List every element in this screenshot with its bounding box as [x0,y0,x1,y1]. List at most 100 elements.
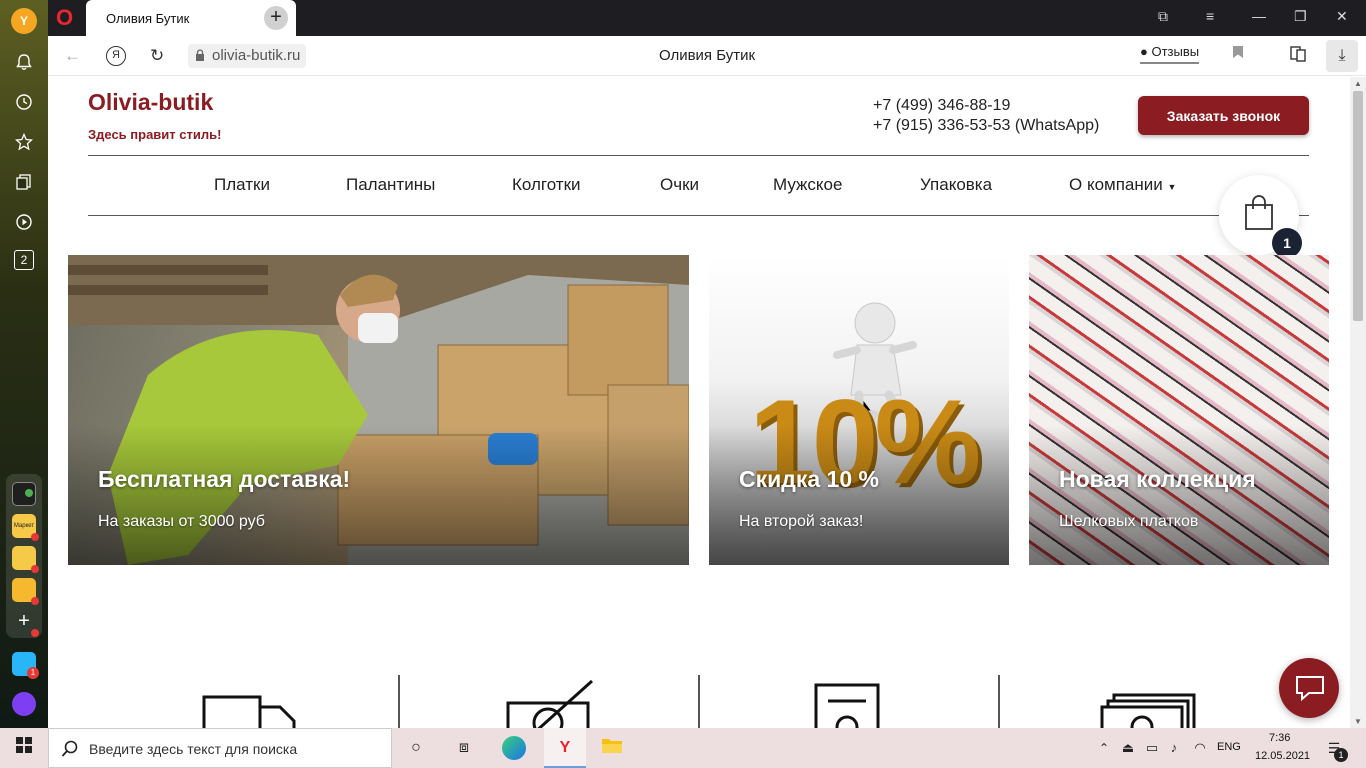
notification-count-badge: 1 [1334,748,1348,762]
network-icon[interactable]: ◠ [1188,736,1212,760]
banner-shade [709,425,1009,565]
messenger-badge: 1 [27,667,39,679]
battery-icon[interactable]: ▭ [1140,736,1164,760]
menu-item-palantiny[interactable]: Палантины [346,175,435,195]
site-slogan: Здесь правит стиль! [88,127,222,142]
discount-tag-icon [506,679,594,728]
volume-icon[interactable]: ♪ [1162,736,1186,760]
star-icon[interactable] [12,130,36,154]
clock-time[interactable]: 7:36 [1269,732,1290,744]
menu-item-kolgotki[interactable]: Колготки [512,175,581,195]
browser-sidebar: Y 2 Маркет + 1 [0,0,48,728]
reviews-label: Отзывы [1151,44,1200,59]
banner-title: Новая коллекция [1059,466,1256,492]
caret-down-icon: ▼ [1167,182,1177,192]
taskbar-search-input[interactable]: Введите здесь текст для поиска [48,728,392,768]
address-bar: ← Я ↻ olivia-butik.ru Оливия Бутик ● Отз… [48,36,1366,76]
banner-title: Бесплатная доставка! [98,466,351,492]
messenger-icon[interactable]: 1 [12,652,39,679]
banner-free-delivery[interactable]: Бесплатная доставка! На заказы от 3000 р… [68,255,689,565]
add-app-icon[interactable]: + [12,610,39,637]
history-icon[interactable] [12,90,36,114]
banner-subtitle: Шелковых платков [1059,513,1199,530]
back-arrow-icon[interactable]: ← [64,46,81,66]
menu-icon[interactable]: ≡ [1206,8,1214,24]
yandex-browser-taskbar-icon[interactable]: Y [544,728,586,768]
menu-item-platki[interactable]: Платки [214,175,270,195]
alice-camera-icon[interactable] [12,482,36,506]
windows-start-icon[interactable] [12,736,36,760]
close-window-button[interactable]: ✕ [1336,8,1348,25]
notes-icon[interactable] [12,546,39,573]
yandex-icon[interactable]: Y [11,8,37,34]
banner-shade [68,425,689,565]
tray-usb-icon[interactable]: ⏏ [1116,736,1140,760]
banner-discount[interactable]: 10% Скидка 10 % На второй заказ! [709,255,1009,565]
web-page: Olivia-butik Здесь правит стиль! +7 (499… [48,77,1350,728]
language-indicator[interactable]: ENG [1217,741,1241,753]
search-placeholder: Введите здесь текст для поиска [89,741,298,757]
search-icon [61,740,78,757]
task-view-icon[interactable]: ⧈ [452,736,476,760]
shopping-bag-icon [1245,195,1273,230]
edge-icon[interactable] [502,736,526,760]
url-field[interactable]: olivia-butik.ru [188,44,307,68]
video-icon[interactable] [12,210,36,234]
menu-item-upakovka[interactable]: Упаковка [920,175,992,195]
clock-date[interactable]: 12.05.2021 [1255,750,1310,762]
mail-icon[interactable] [12,578,39,605]
phone-whatsapp[interactable]: +7 (915) 336-53-53 (WhatsApp) [873,117,1099,135]
windows-taskbar: Введите здесь текст для поиска ○ ⧈ Y ⌃ ⏏… [0,728,1366,768]
alice-icon[interactable] [12,692,36,716]
scroll-up-icon[interactable]: ▲ [1354,79,1362,88]
tray-expand-icon[interactable]: ⌃ [1092,736,1116,760]
bookmark-icon[interactable] [1226,45,1250,67]
tab-title: Оливия Бутик [106,11,190,26]
cart-count-badge: 1 [1272,228,1302,258]
phone-main[interactable]: +7 (499) 346-88-19 [873,97,1010,115]
reviews-icon: ● [1140,44,1148,59]
feature-divider [698,675,700,728]
file-explorer-icon[interactable] [600,736,624,760]
chat-icon [1296,676,1324,701]
banner-title: Скидка 10 % [739,466,879,492]
yandex-search-icon[interactable]: Я [106,46,126,66]
market-icon[interactable]: Маркет [12,514,39,541]
chat-button[interactable] [1279,658,1339,718]
banner-new-collection[interactable]: Новая коллекция Шелковых платков [1029,255,1329,565]
menu-item-o-kompanii-label: О компании [1069,175,1163,194]
url-text: olivia-butik.ru [212,47,301,64]
browser-logo-icon[interactable]: O [56,6,76,30]
new-tab-button[interactable]: + [264,6,288,30]
menu-item-muzhskoe[interactable]: Мужское [773,175,842,195]
scroll-down-icon[interactable]: ▼ [1354,717,1362,726]
tabs-menu-icon[interactable]: ⧉ [1158,8,1168,25]
download-icon[interactable]: ⤓ [1326,40,1358,72]
minimize-button[interactable]: — [1252,8,1266,24]
site-logo[interactable]: Olivia-butik [88,89,213,116]
scroll-thumb[interactable] [1353,91,1363,321]
bell-icon[interactable] [12,50,36,74]
reload-icon[interactable]: ↻ [150,46,164,66]
tabs-count-icon[interactable]: 2 [14,250,34,270]
banner-subtitle: На заказы от 3000 руб [98,513,265,530]
menu-item-ochki[interactable]: Очки [660,175,699,195]
banner-subtitle: На второй заказ! [739,513,864,530]
menu-divider [88,215,1309,216]
page-scrollbar[interactable]: ▲ ▼ [1350,77,1366,728]
main-menu: Платки Палантины Колготки Очки Мужское У… [88,175,1309,199]
cortana-icon[interactable]: ○ [404,736,428,760]
restore-button[interactable]: ❐ [1294,8,1307,25]
feature-divider [998,675,1000,728]
order-call-button[interactable]: Заказать звонок [1138,96,1309,135]
collections-icon[interactable] [12,170,36,194]
market-label: Маркет [13,523,35,529]
menu-item-o-kompanii[interactable]: О компании ▼ [1069,175,1176,195]
extensions-icon[interactable] [1286,45,1310,67]
lock-icon [196,49,204,61]
reviews-button[interactable]: ● Отзывы [1140,44,1200,64]
feature-divider [398,675,400,728]
money-icon [1100,693,1196,728]
cart-button[interactable]: 1 [1219,175,1302,258]
tab-bar: O Оливия Бутик ✕ + ⧉ ≡ — ❐ ✕ [48,0,1366,36]
